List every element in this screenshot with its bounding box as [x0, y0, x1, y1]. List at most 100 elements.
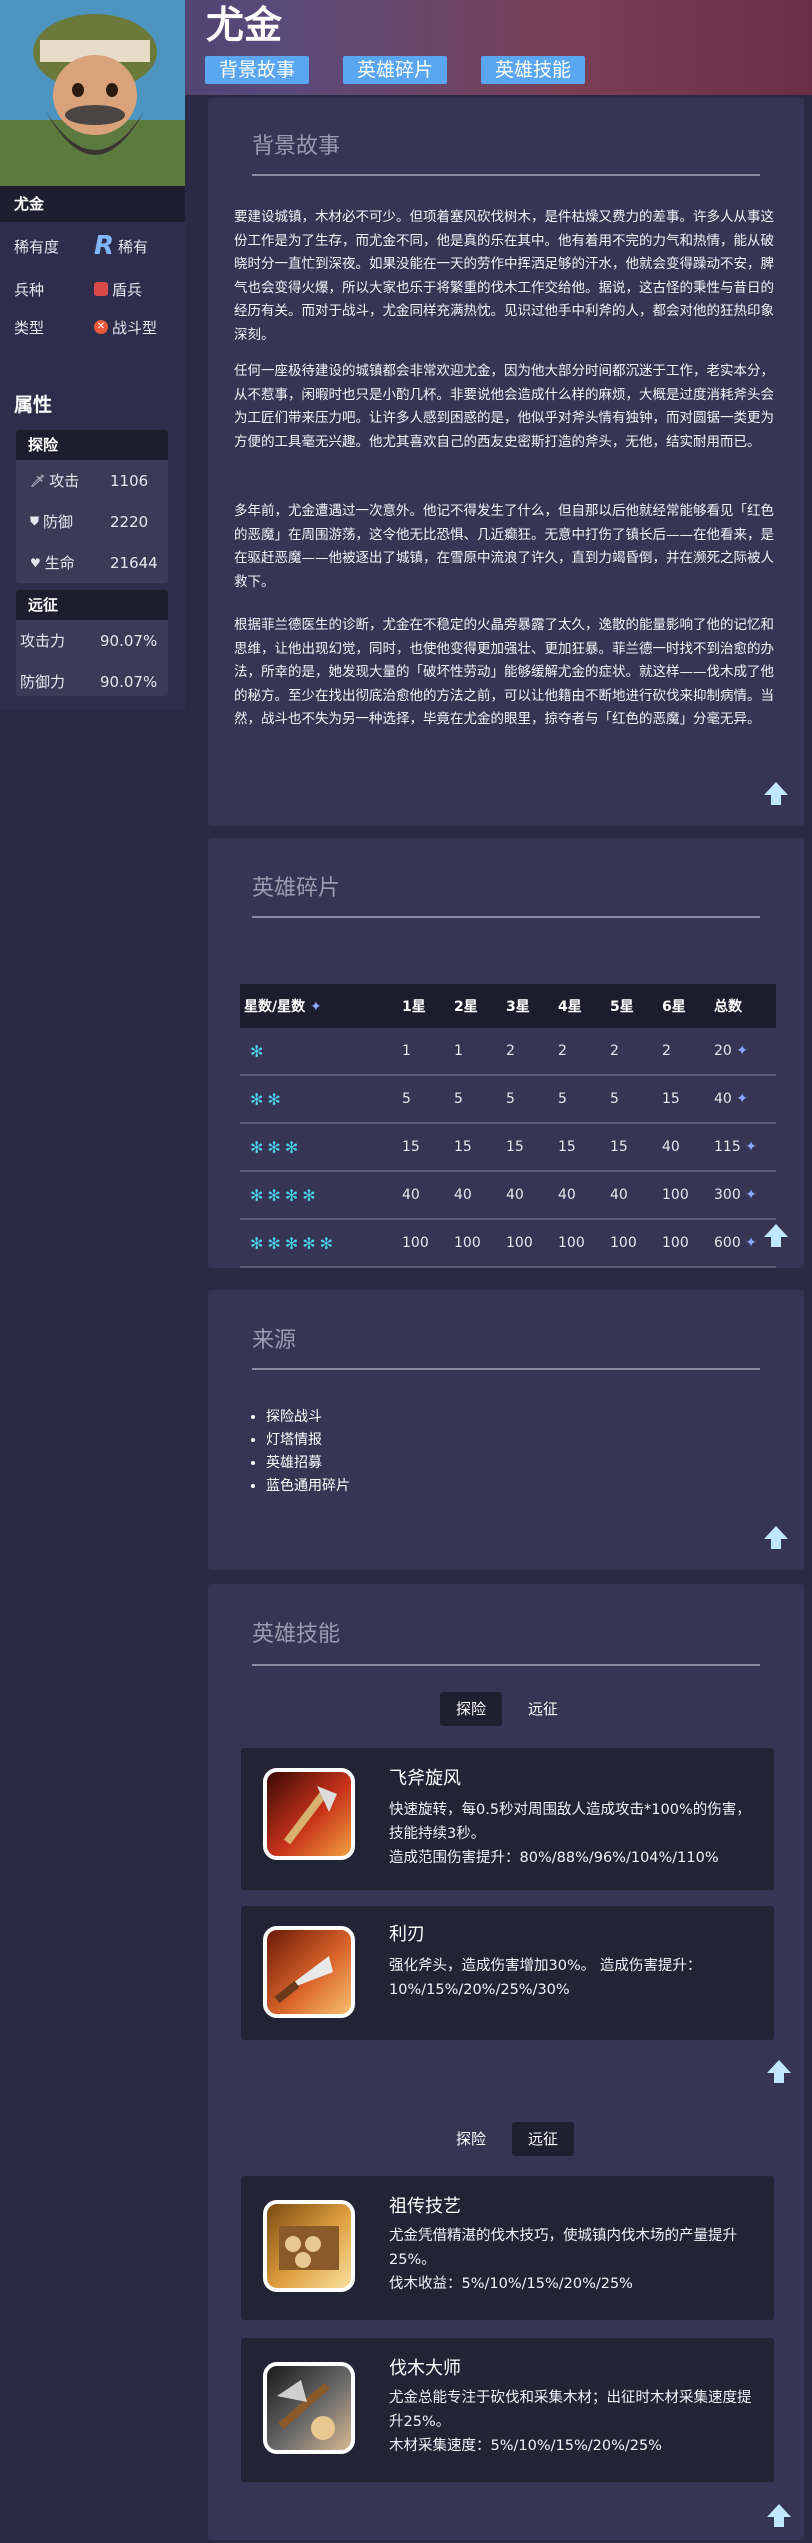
heart-icon: ♥	[30, 555, 41, 570]
skill-card-blade: 利刃 强化斧头，造成伤害增加30%。 造成伤害提升：10%/15%/20%/25…	[241, 1906, 774, 2040]
table-row: ✻✻✻✻ 40 40 40 40 40 100 300 ✦	[240, 1171, 776, 1220]
total-value: 20	[714, 1043, 732, 1059]
rarity-r-icon: R	[94, 231, 115, 261]
stat-exp-defense-label: 防御力	[20, 673, 66, 691]
table-cell: 5	[505, 1075, 557, 1124]
expedition-stats-head: 远征	[16, 590, 168, 620]
tab-shards[interactable]: 英雄碎片	[343, 56, 448, 84]
table-cell: 15	[453, 1123, 505, 1172]
table-cell: 100	[453, 1219, 505, 1268]
table-cell: 15	[609, 1123, 661, 1172]
stat-hp-row: ♥ 生命 21644	[16, 542, 168, 583]
class-row: 兵种 盾兵	[14, 276, 142, 302]
skill-card-flying-axe: 飞斧旋风 快速旋转，每0.5秒对周围敌人造成攻击*100%的伤害，技能持续3秒。…	[241, 1748, 774, 1890]
hero-portrait	[0, 0, 185, 186]
explore-stats-box: 探险 🗡 攻击 1106 ⛊ 防御 2220 ♥ 生命 21644	[16, 430, 168, 583]
top-tab-bar: 背景故事 英雄碎片 英雄技能	[205, 56, 619, 84]
scroll-top-icon[interactable]	[763, 1222, 789, 1248]
star-icon: ✻✻✻	[250, 1137, 303, 1157]
skill-tab-explore[interactable]: 探险	[440, 1692, 503, 1726]
table-cell: 15	[661, 1075, 713, 1124]
star-icon: ✻✻✻✻	[250, 1185, 320, 1205]
star-icon: ✻	[250, 1041, 268, 1061]
story-paragraph-3: 多年前，尤金遭遇过一次意外。他记不得发生了什么，但自那以后他就经常能够看见「红色…	[234, 503, 774, 590]
table-row: ✻✻✻✻✻ 100 100 100 100 100 100 600 ✦	[240, 1219, 776, 1268]
star-cell: ✻✻	[240, 1075, 401, 1124]
shard-icon: ✦	[731, 1043, 749, 1059]
table-cell: 40	[505, 1171, 557, 1220]
skill-tab-explore[interactable]: 探险	[440, 2122, 502, 2156]
skill-tab-expedition[interactable]: 远征	[512, 2122, 575, 2156]
axe-whirl-icon	[263, 1768, 355, 1860]
skill-tabs-expedition: 探险 远征	[440, 2122, 575, 2156]
tab-skills[interactable]: 英雄技能	[481, 56, 586, 84]
skill-name: 祖传技艺	[389, 2196, 461, 2217]
skill-upgrade: 造成范围伤害提升：80%/88%/96%/104%/110%	[389, 1850, 719, 1866]
skill-tab-expedition[interactable]: 远征	[512, 1692, 574, 1726]
table-cell: 40	[661, 1123, 713, 1172]
shards-table: 星数/星数 ✦ 1星 2星 3星 4星 5星 6星 总数 ✻ 1 1 2 2 2 2 20 ✦…	[240, 984, 776, 1268]
table-cell: 40 ✦	[713, 1075, 776, 1124]
scroll-top-icon[interactable]	[766, 2502, 792, 2528]
shards-title: 英雄碎片	[252, 876, 341, 901]
blade-icon	[263, 1926, 355, 2018]
table-cell: 2	[557, 1028, 609, 1076]
shield-icon: ⛊	[30, 514, 40, 528]
shards-col-3: 3星	[505, 984, 557, 1028]
scroll-top-icon[interactable]	[763, 1524, 789, 1550]
table-cell: 300 ✦	[713, 1171, 776, 1220]
stat-exp-attack-value: 90.07%	[100, 631, 158, 650]
table-cell: 2	[661, 1028, 713, 1076]
skill-upgrade: 木材采集速度：5%/10%/15%/20%/25%	[389, 2438, 662, 2454]
stat-exp-defense-row: 防御力 90.07%	[16, 661, 168, 702]
table-cell: 100	[661, 1219, 713, 1268]
tab-story[interactable]: 背景故事	[205, 56, 310, 84]
stat-defense-value: 2220	[110, 512, 149, 531]
shards-col-4: 4星	[557, 984, 609, 1028]
story-paragraph-1: 要建设城镇，木材必不可少。但项着塞风砍伐树木，是件枯燥又费力的差事。许多人从事这…	[234, 209, 774, 343]
skill-name: 飞斧旋风	[389, 1768, 461, 1789]
explore-stats-head: 探险	[16, 430, 168, 460]
shard-icon: ✦	[740, 1187, 757, 1203]
attributes-title: 属性	[14, 394, 53, 416]
shards-divider	[252, 916, 760, 918]
shard-icon: ✦	[740, 1139, 757, 1155]
class-value: 盾兵	[112, 280, 143, 299]
table-cell: 5	[401, 1075, 453, 1124]
log-pile-icon	[263, 2200, 355, 2292]
shield-class-icon	[94, 282, 108, 296]
source-list: 探险战斗 灯塔情报 英雄招募 蓝色通用碎片	[248, 1406, 350, 1498]
story-title: 背景故事	[252, 134, 341, 159]
scroll-top-icon[interactable]	[766, 2058, 792, 2084]
table-cell: 100	[609, 1219, 661, 1268]
scroll-top-icon[interactable]	[763, 780, 789, 806]
stat-attack-value: 1106	[110, 471, 149, 490]
table-cell: 20 ✦	[713, 1028, 776, 1076]
table-cell: 40	[609, 1171, 661, 1220]
stat-defense-label: 防御	[43, 513, 74, 531]
list-item: 蓝色通用碎片	[266, 1475, 350, 1498]
stat-defense-row: ⛊ 防御 2220	[16, 501, 168, 542]
type-label: 类型	[14, 318, 45, 337]
shards-col-total: 总数	[713, 984, 776, 1028]
source-title: 来源	[252, 1328, 297, 1353]
rarity-label: 稀有度	[14, 237, 60, 256]
star-cell: ✻✻✻	[240, 1123, 401, 1172]
skill-card-lumber-master: 伐木大师 尤金总能专注于砍伐和采集木材；出征时木材采集速度提升25%。 木材采集…	[241, 2338, 774, 2482]
table-cell: 100	[661, 1171, 713, 1220]
lumber-axe-icon	[263, 2362, 355, 2454]
star-cell: ✻	[240, 1028, 401, 1076]
shards-col-1: 1星	[401, 984, 453, 1028]
shards-col-5: 5星	[609, 984, 661, 1028]
crossed-swords-icon: ✕	[94, 320, 108, 334]
total-value: 115	[714, 1139, 741, 1155]
list-item: 灯塔情报	[266, 1429, 350, 1452]
class-label: 兵种	[14, 280, 45, 299]
hero-name: 尤金	[0, 186, 185, 222]
source-divider	[252, 1368, 760, 1370]
stat-hp-label: 生命	[44, 554, 75, 572]
list-item: 探险战斗	[266, 1406, 350, 1429]
table-row: ✻ 1 1 2 2 2 2 20 ✦	[240, 1028, 776, 1076]
star-icon: ✻✻	[250, 1089, 285, 1109]
sword-icon: 🗡	[30, 473, 46, 488]
